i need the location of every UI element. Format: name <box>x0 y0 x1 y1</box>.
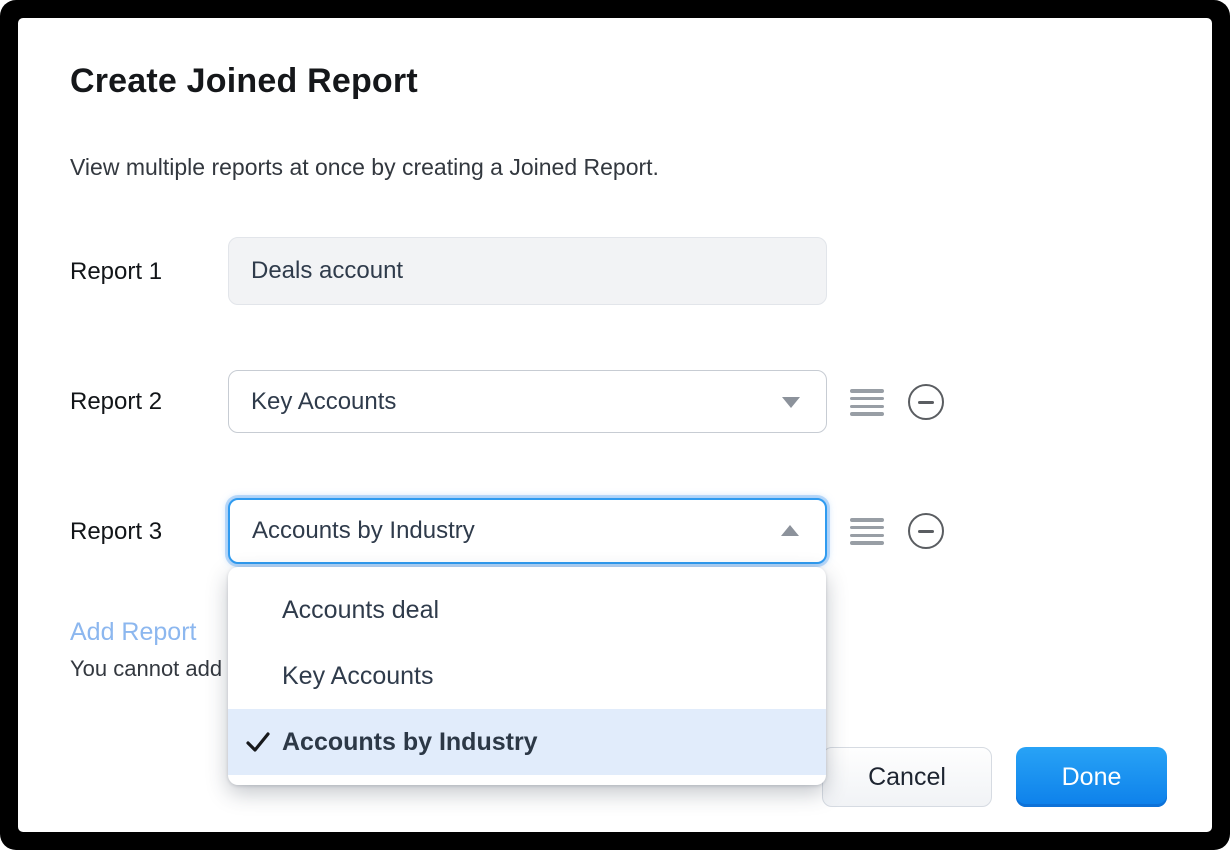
report-2-selected-value: Key Accounts <box>251 388 396 416</box>
add-report-note: You cannot add <box>70 656 222 682</box>
cancel-button[interactable]: Cancel <box>822 747 992 807</box>
report-3-label: Report 3 <box>70 518 162 546</box>
dropdown-option-key-accounts[interactable]: Key Accounts <box>228 643 826 709</box>
option-label: Key Accounts <box>282 662 433 691</box>
dropdown-option-accounts-deal[interactable]: Accounts deal <box>228 577 826 643</box>
dialog-subtitle: View multiple reports at once by creatin… <box>70 154 659 181</box>
report-2-remove-button[interactable] <box>908 384 944 420</box>
check-icon <box>245 729 271 755</box>
option-label: Accounts by Industry <box>282 728 538 757</box>
screen-frame: Create Joined Report View multiple repor… <box>0 0 1230 850</box>
caret-up-icon <box>781 525 799 536</box>
dialog-title: Create Joined Report <box>70 62 418 101</box>
report-3-drag-handle-icon[interactable] <box>850 518 884 545</box>
done-button[interactable]: Done <box>1016 747 1167 807</box>
report-1-value: Deals account <box>251 257 403 285</box>
add-report-link[interactable]: Add Report <box>70 618 196 647</box>
report-2-label: Report 2 <box>70 388 162 416</box>
report-3-remove-button[interactable] <box>908 513 944 549</box>
caret-down-icon <box>782 397 800 408</box>
minus-icon <box>918 401 934 404</box>
option-label: Accounts deal <box>282 596 439 625</box>
report-2-drag-handle-icon[interactable] <box>850 389 884 416</box>
dropdown-option-accounts-by-industry[interactable]: Accounts by Industry <box>228 709 826 775</box>
report-3-select[interactable]: Accounts by Industry <box>228 498 827 564</box>
report-2-select[interactable]: Key Accounts <box>228 370 827 433</box>
report-3-dropdown-menu: Accounts deal Key Accounts Accounts by I… <box>228 567 826 785</box>
report-1-label: Report 1 <box>70 258 162 286</box>
report-3-selected-value: Accounts by Industry <box>252 517 475 545</box>
minus-icon <box>918 530 934 533</box>
report-1-field: Deals account <box>228 237 827 305</box>
